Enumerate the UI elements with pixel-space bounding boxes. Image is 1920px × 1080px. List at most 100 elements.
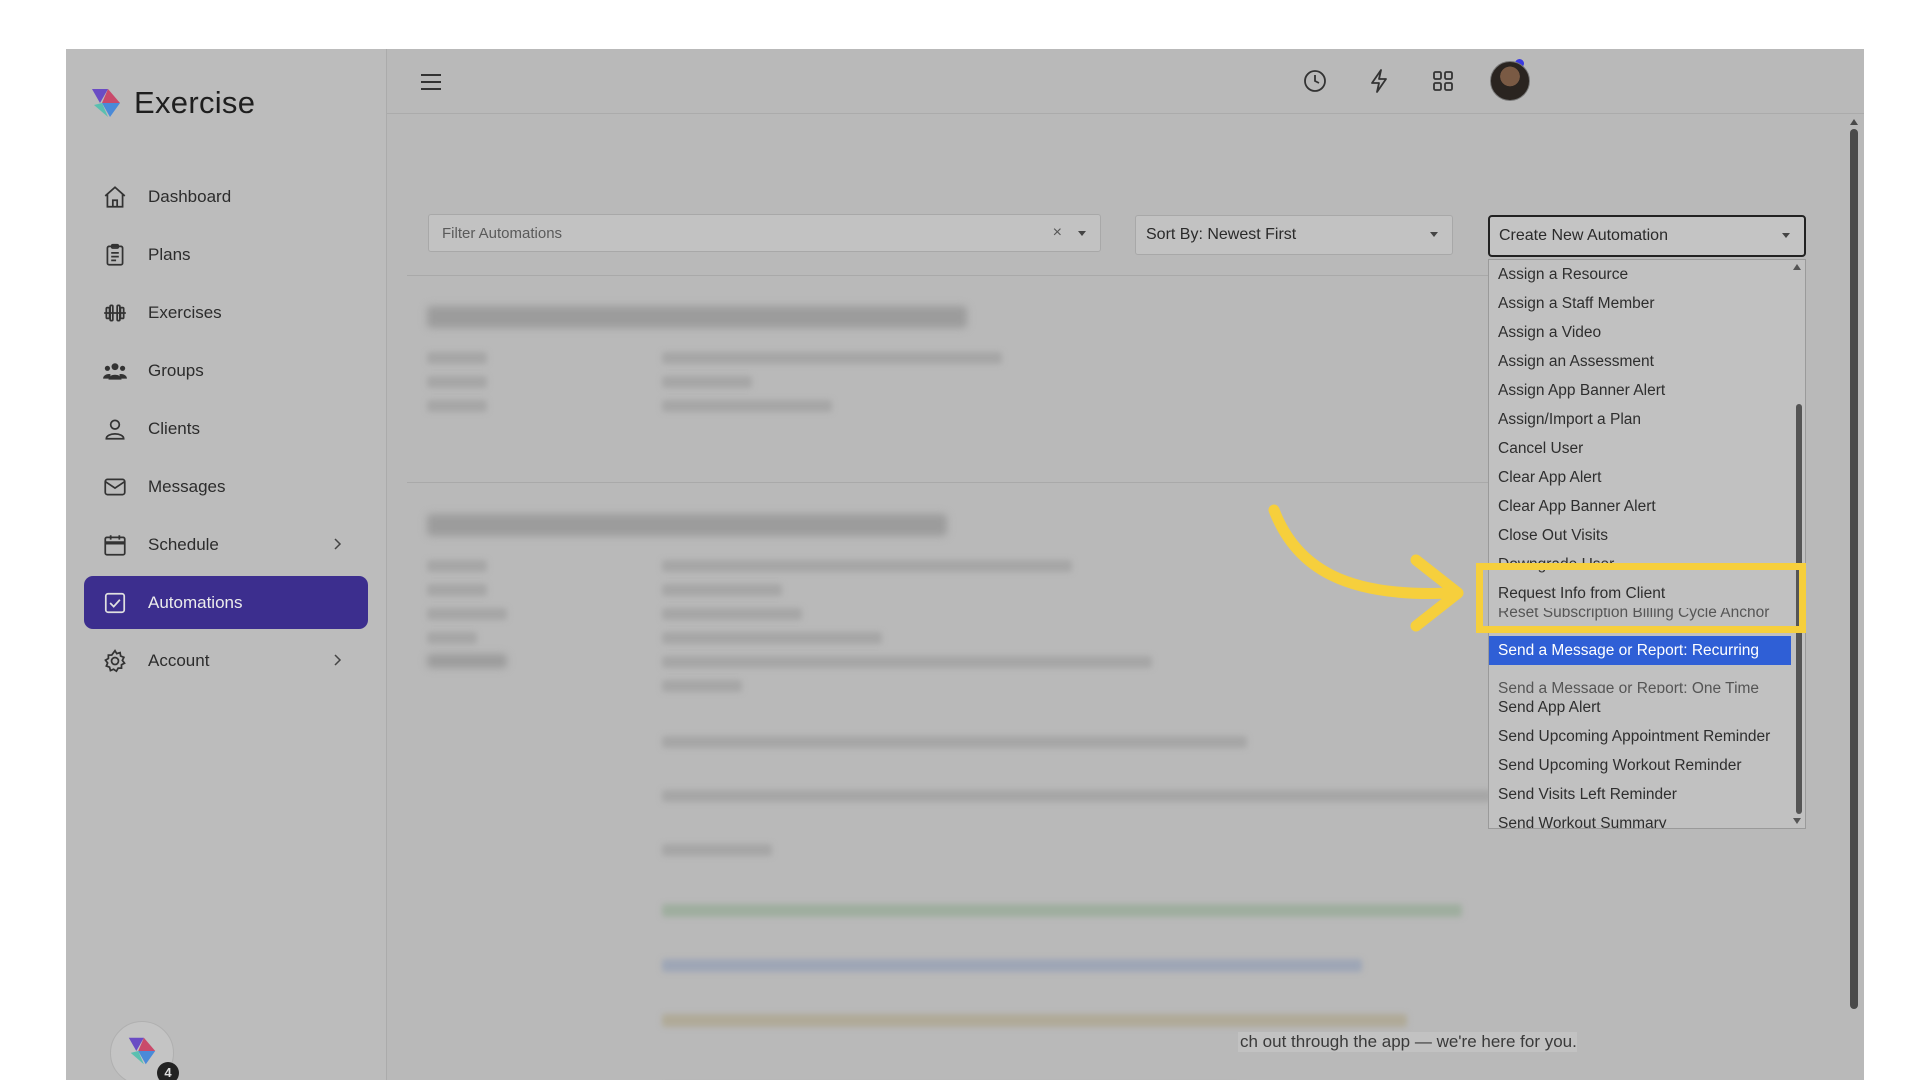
blurred-line xyxy=(662,736,1247,748)
divider xyxy=(407,275,1574,276)
mail-icon xyxy=(102,474,128,500)
blurred-line xyxy=(427,584,487,596)
blurred-line xyxy=(662,632,882,644)
blurred-line xyxy=(662,584,782,596)
history-icon[interactable] xyxy=(1300,66,1330,96)
scroll-down-icon[interactable] xyxy=(1793,818,1801,824)
dropdown-option-selected[interactable]: Send a Message or Report: Recurring xyxy=(1489,636,1791,665)
blurred-line xyxy=(662,376,752,388)
page-scrollbar[interactable] xyxy=(1848,119,1860,1019)
dropdown-option[interactable]: Send Visits Left Reminder xyxy=(1489,780,1805,809)
sidebar-item-label: Messages xyxy=(148,476,226,496)
dropdown-option[interactable]: Send App Alert xyxy=(1489,693,1805,722)
dropdown-option[interactable]: Send Workout Summary xyxy=(1489,809,1805,828)
brand-logo-icon xyxy=(92,89,120,117)
blurred-line xyxy=(662,790,1492,802)
dropdown-option[interactable]: Clear App Alert xyxy=(1489,463,1805,492)
user-icon xyxy=(102,416,128,442)
sort-select[interactable]: Sort By: Newest First xyxy=(1135,215,1453,255)
blurred-line xyxy=(427,632,477,644)
dropdown-option[interactable]: Send a Message or Report: One Time xyxy=(1489,665,1805,693)
notification-count-badge: 4 xyxy=(157,1062,179,1080)
home-icon xyxy=(102,184,128,210)
blurred-line xyxy=(427,376,487,388)
dropdown-option[interactable]: Assign/Import a Plan xyxy=(1489,405,1805,434)
dropdown-option[interactable]: Cancel User xyxy=(1489,434,1805,463)
blurred-line xyxy=(427,400,487,412)
blurred-line xyxy=(662,844,772,856)
dropdown-option[interactable]: Assign App Banner Alert xyxy=(1489,376,1805,405)
dropdown-option[interactable]: Assign a Resource xyxy=(1489,260,1805,289)
sidebar-nav: Dashboard Plans Exercises Groups Clients… xyxy=(84,170,368,692)
create-automation-select[interactable]: Create New Automation xyxy=(1488,215,1806,257)
users-icon xyxy=(102,358,128,384)
dropdown-option[interactable]: Clear App Banner Alert xyxy=(1489,492,1805,521)
sidebar-item-label: Automations xyxy=(148,592,243,612)
blurred-line xyxy=(427,654,507,668)
dropdown-option-label: Reset Subscription Billing Cycle Anchor xyxy=(1498,608,1770,621)
create-automation-value: Create New Automation xyxy=(1499,227,1668,244)
sidebar-item-plans[interactable]: Plans xyxy=(84,228,368,281)
tutorial-pointer-arrow-icon xyxy=(1268,504,1464,632)
clear-filter-icon[interactable]: × xyxy=(1053,224,1062,242)
blurred-line xyxy=(427,560,487,572)
blurred-line xyxy=(662,352,1002,364)
dropdown-option[interactable]: Assign a Staff Member xyxy=(1489,289,1805,318)
sidebar: Exercise Dashboard Plans Exercises Group… xyxy=(66,49,387,1080)
sidebar-item-automations[interactable]: Automations xyxy=(84,576,368,629)
apps-grid-icon[interactable] xyxy=(1428,66,1458,96)
blurred-line xyxy=(662,1014,1407,1027)
dropdown-option[interactable]: Assign a Video xyxy=(1489,318,1805,347)
app-window: Exercise Dashboard Plans Exercises Group… xyxy=(66,49,1864,1080)
brand-name: Exercise xyxy=(134,85,256,120)
chevron-right-icon xyxy=(334,654,342,666)
blurred-line xyxy=(662,656,1152,668)
hamburger-menu-icon[interactable] xyxy=(418,69,444,95)
dropdown-option[interactable]: Send Upcoming Workout Reminder xyxy=(1489,751,1805,780)
filter-placeholder: Filter Automations xyxy=(442,224,563,242)
calendar-icon xyxy=(102,532,128,558)
automation-type-dropdown: Assign a Resource Assign a Staff Member … xyxy=(1488,259,1806,829)
scrollbar-thumb[interactable] xyxy=(1796,404,1802,814)
lightning-icon[interactable] xyxy=(1364,66,1394,96)
blurred-automation-title xyxy=(427,306,967,328)
dropdown-option[interactable]: Assign an Assessment xyxy=(1489,347,1805,376)
blurred-line xyxy=(662,959,1362,972)
dropdown-option[interactable]: Downgrade User xyxy=(1489,550,1805,579)
blurred-line xyxy=(662,680,742,692)
sidebar-item-messages[interactable]: Messages xyxy=(84,460,368,513)
filter-automations-input[interactable]: Filter Automations × xyxy=(428,214,1101,252)
sidebar-item-groups[interactable]: Groups xyxy=(84,344,368,397)
blurred-line xyxy=(427,352,487,364)
user-avatar[interactable] xyxy=(1490,61,1530,101)
chevron-down-icon xyxy=(1782,233,1790,238)
gear-icon xyxy=(102,648,128,674)
sidebar-item-label: Account xyxy=(148,650,210,670)
sidebar-item-schedule[interactable]: Schedule xyxy=(84,518,368,571)
dropdown-option-label: Send a Message or Report: One Time xyxy=(1498,680,1760,693)
sidebar-item-clients[interactable]: Clients xyxy=(84,402,368,455)
blurred-automation-title xyxy=(427,514,947,536)
scroll-up-icon[interactable] xyxy=(1850,119,1858,125)
dropdown-scrollbar[interactable] xyxy=(1791,260,1805,828)
sidebar-item-exercises[interactable]: Exercises xyxy=(84,286,368,339)
sidebar-item-account[interactable]: Account xyxy=(84,634,368,687)
sidebar-item-label: Clients xyxy=(148,418,200,438)
scroll-up-icon[interactable] xyxy=(1793,264,1801,270)
chevron-down-icon[interactable] xyxy=(1078,231,1086,236)
dumbbell-icon xyxy=(102,300,128,326)
dropdown-option[interactable]: Send Upcoming Appointment Reminder xyxy=(1489,722,1805,751)
sort-select-value: Sort By: Newest First xyxy=(1146,226,1297,243)
sidebar-item-label: Dashboard xyxy=(148,186,232,206)
sidebar-item-label: Exercises xyxy=(148,302,222,322)
sidebar-item-label: Schedule xyxy=(148,534,219,554)
brand[interactable]: Exercise xyxy=(88,85,255,121)
dropdown-option[interactable]: Reset Subscription Billing Cycle Anchor xyxy=(1489,608,1805,636)
sidebar-item-dashboard[interactable]: Dashboard xyxy=(84,170,368,223)
help-widget-button[interactable]: 4 xyxy=(110,1021,179,1080)
scrollbar-thumb[interactable] xyxy=(1850,129,1858,1009)
divider xyxy=(407,482,1574,483)
dropdown-option[interactable]: Request Info from Client xyxy=(1489,579,1805,608)
dropdown-option[interactable]: Close Out Visits xyxy=(1489,521,1805,550)
checkbox-icon xyxy=(102,590,128,616)
